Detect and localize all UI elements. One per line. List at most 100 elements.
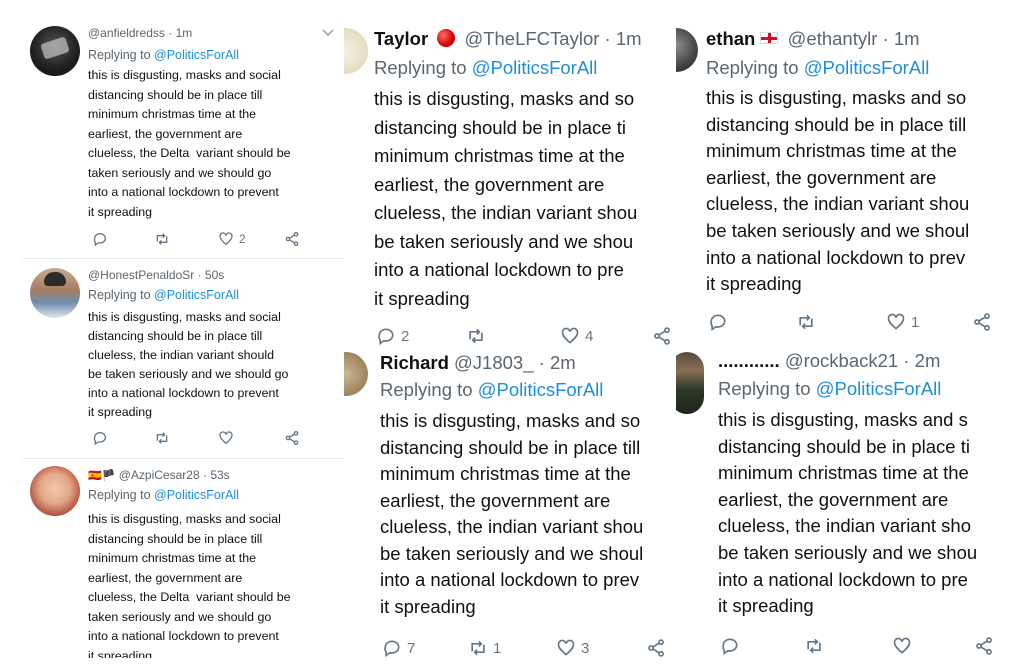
tweet-azpicesar28[interactable]: 🇪🇸🏴 @AzpiCesar28 · 53s Replying to @Poli… — [22, 462, 348, 658]
tweet-ethantylr[interactable]: ethan @ethantylr · 1m Replying to @Polit… — [676, 24, 1008, 340]
tweet-handle[interactable]: @anfieldredss — [88, 26, 165, 40]
reply-count: 7 — [407, 639, 416, 657]
avatar[interactable] — [30, 268, 80, 318]
reply-prefix: Replying to — [88, 488, 155, 502]
reply-prefix: Replying to — [380, 379, 478, 400]
tweet-text: this is disgusting, masks and social dis… — [88, 310, 289, 419]
retweet-icon — [469, 328, 483, 344]
share-button[interactable] — [974, 636, 994, 656]
tweet-actions: 7 1 3 — [380, 636, 676, 658]
reply-prefix: Replying to — [706, 57, 804, 78]
reply-button[interactable] — [720, 636, 745, 656]
share-button[interactable] — [284, 430, 300, 446]
tweet-actions — [718, 634, 1008, 656]
reply-count: 2 — [401, 327, 410, 345]
chevron-down-icon[interactable] — [322, 24, 334, 42]
like-button[interactable]: 2 — [218, 231, 246, 247]
share-button[interactable] — [646, 638, 666, 658]
heart-icon — [887, 313, 905, 330]
divider — [22, 258, 348, 259]
tweet-header: 🇪🇸🏴 @AzpiCesar28 · 53s — [88, 468, 230, 482]
tweet-handle[interactable]: @AzpiCesar28 — [119, 468, 200, 482]
tweet-header: Richard @J1803_ · 2m — [380, 352, 576, 374]
retweet-button[interactable] — [154, 231, 175, 247]
tweet-display-name[interactable]: 🇪🇸🏴 — [88, 470, 115, 482]
england-flag-icon — [760, 32, 779, 44]
avatar[interactable] — [676, 28, 698, 72]
tweet-handle[interactable]: @HonestPenaldoSr — [88, 268, 194, 282]
retweet-icon — [156, 233, 168, 245]
reply-to-link[interactable]: @PoliticsForAll — [154, 288, 239, 302]
reply-icon — [93, 233, 106, 247]
heart-icon — [219, 431, 233, 445]
share-button[interactable] — [284, 231, 300, 247]
avatar[interactable] — [344, 28, 368, 74]
retweet-button[interactable] — [804, 636, 829, 656]
tweet-header: Taylor @TheLFCTaylor · 1m — [374, 28, 642, 50]
tweet-j1803[interactable]: Richard @J1803_ · 2m Replying to @Politi… — [344, 348, 676, 664]
reply-to-link[interactable]: @PoliticsForAll — [804, 57, 930, 78]
tweet-handle[interactable]: @rockback21 — [785, 350, 898, 371]
retweet-button[interactable] — [466, 326, 491, 346]
tweet-handle[interactable]: @ethantylr — [788, 28, 878, 49]
reply-context: Replying to @PoliticsForAll — [706, 57, 929, 79]
tweet-handle[interactable]: @J1803_ — [454, 352, 533, 373]
tweet-text: this is disgusting, masks and so distanc… — [706, 87, 970, 295]
tweet-header: ............ @rockback21 · 2m — [718, 350, 940, 372]
avatar[interactable] — [30, 466, 80, 516]
like-button[interactable]: 1 — [886, 312, 919, 332]
share-icon — [285, 232, 299, 246]
tweet-time: · 53s — [202, 468, 230, 482]
reply-icon — [378, 328, 394, 346]
reply-button[interactable] — [92, 430, 113, 446]
like-count: 2 — [239, 232, 246, 246]
like-button[interactable] — [218, 430, 239, 446]
tweet-time: · 2m — [538, 352, 576, 373]
tweet-display-name[interactable]: ............ — [718, 350, 780, 371]
reply-button[interactable]: 7 — [382, 638, 415, 658]
retweet-button[interactable] — [796, 312, 821, 332]
retweet-icon — [156, 432, 168, 444]
tweet-anfieldredss[interactable]: @anfieldredss · 1m Replying to @Politics… — [22, 20, 348, 252]
tweet-text: this is disgusting, masks and social dis… — [88, 68, 291, 219]
tweet-display-name[interactable]: Taylor — [374, 28, 428, 49]
tweet-thelfctaylor[interactable]: Taylor @TheLFCTaylor · 1m Replying to @P… — [344, 24, 676, 346]
reply-to-link[interactable]: @PoliticsForAll — [472, 57, 598, 78]
reply-button[interactable]: 2 — [376, 326, 409, 346]
reply-icon — [722, 638, 738, 656]
heart-icon — [557, 639, 575, 656]
retweet-count: 1 — [493, 639, 502, 657]
avatar[interactable] — [30, 26, 80, 76]
tweet-display-name[interactable]: ethan — [706, 28, 755, 49]
reply-to-link[interactable]: @PoliticsForAll — [816, 378, 942, 399]
share-button[interactable] — [972, 312, 992, 332]
reply-to-link[interactable]: @PoliticsForAll — [154, 488, 239, 502]
heart-icon — [561, 327, 579, 344]
reply-button[interactable] — [708, 312, 733, 332]
like-button[interactable]: 3 — [556, 638, 589, 658]
reply-icon — [93, 432, 106, 446]
reply-button[interactable] — [92, 231, 113, 247]
heart-icon — [219, 232, 233, 246]
share-icon — [974, 313, 990, 331]
reply-context: Replying to @PoliticsForAll — [88, 488, 239, 502]
like-button[interactable]: 4 — [560, 326, 593, 346]
tweet-time: · 1m — [882, 28, 920, 49]
like-button[interactable] — [892, 636, 917, 656]
tweet-text: this is disgusting, masks and so distanc… — [380, 410, 644, 617]
retweet-button[interactable] — [154, 430, 175, 446]
retweet-button[interactable]: 1 — [468, 638, 501, 658]
reply-to-link[interactable]: @PoliticsForAll — [478, 379, 604, 400]
reply-to-link[interactable]: @PoliticsForAll — [154, 48, 239, 62]
tweet-text: this is disgusting, masks and so distanc… — [374, 88, 638, 309]
avatar[interactable] — [676, 352, 704, 414]
reply-context: Replying to @PoliticsForAll — [374, 57, 597, 79]
tweet-handle[interactable]: @TheLFCTaylor — [464, 28, 599, 49]
tweet-actions: 2 — [88, 229, 338, 249]
tweet-rockback21[interactable]: ............ @rockback21 · 2m Replying t… — [676, 346, 1008, 664]
tweet-honestpenaldosr[interactable]: @HonestPenaldoSr · 50s Replying to @Poli… — [22, 262, 348, 458]
tweet-display-name[interactable]: Richard — [380, 352, 449, 373]
share-button[interactable] — [652, 326, 672, 346]
avatar[interactable] — [344, 352, 368, 396]
reply-prefix: Replying to — [88, 48, 155, 62]
